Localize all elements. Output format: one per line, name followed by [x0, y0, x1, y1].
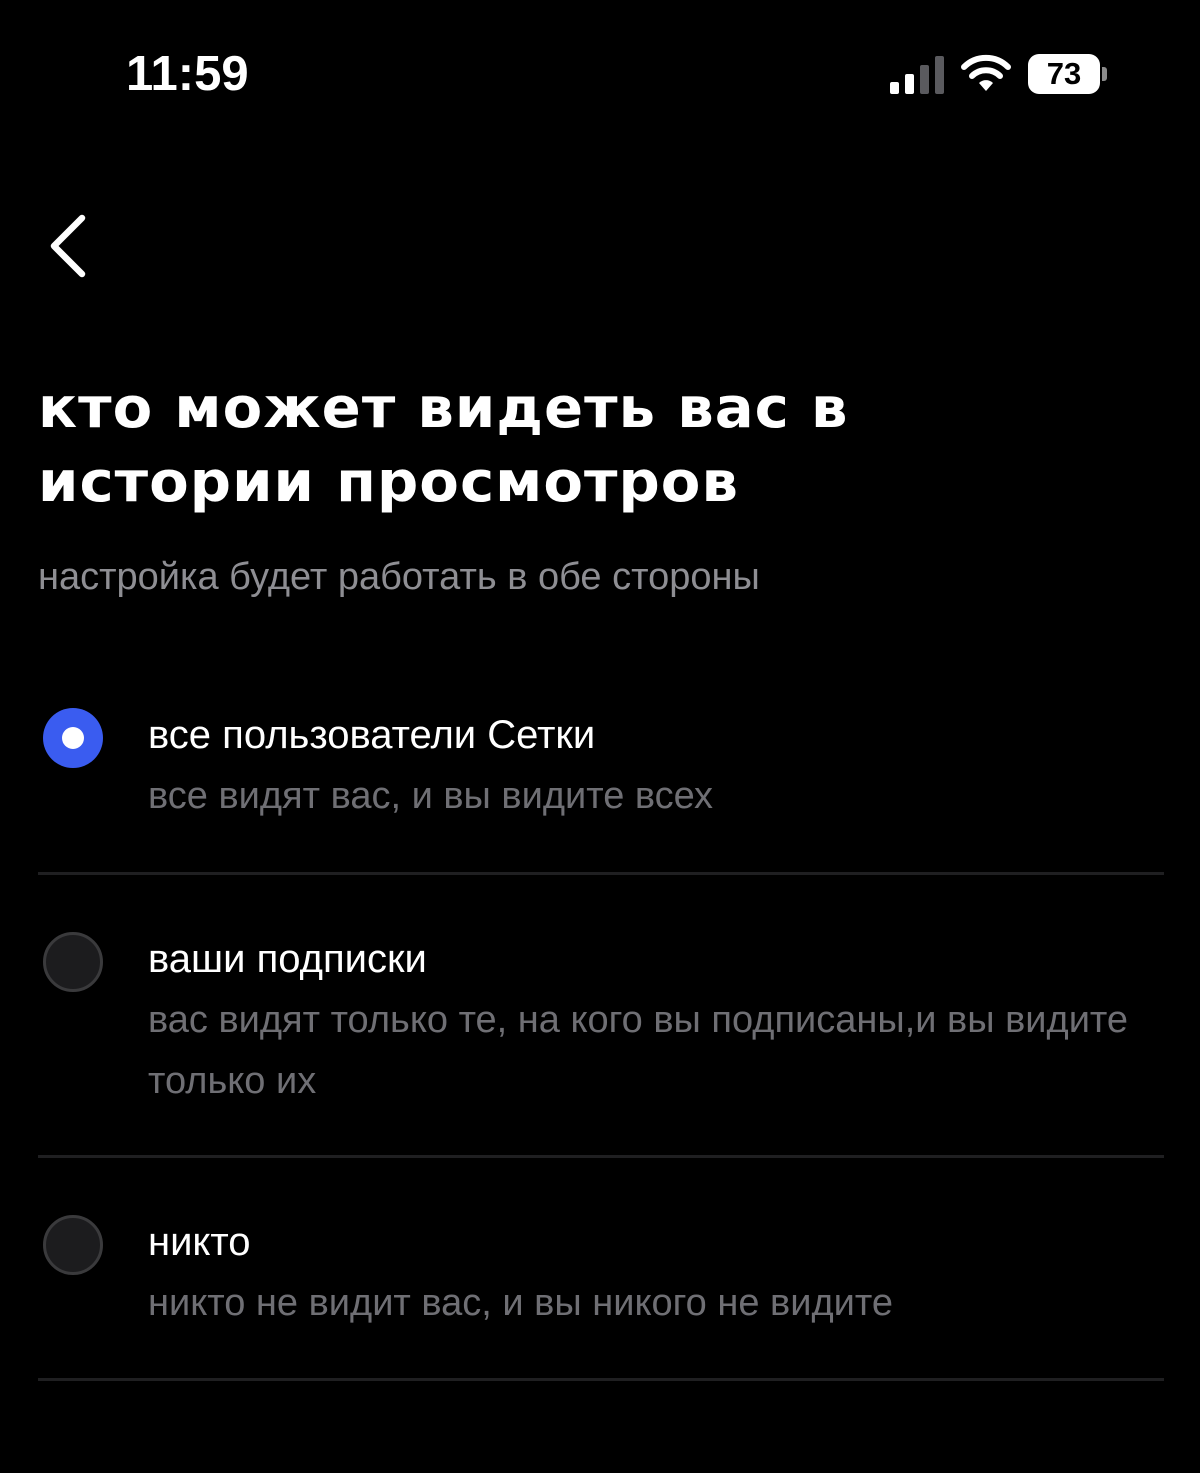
option-all-users[interactable]: все пользователи Сетки все видят вас, и … — [38, 680, 1164, 875]
status-bar: 11:59 73 — [0, 0, 1200, 150]
radio-button[interactable] — [43, 1215, 103, 1275]
status-time: 11:59 — [126, 47, 249, 101]
visibility-options: все пользователи Сетки все видят вас, и … — [38, 680, 1164, 1381]
option-title: ваши подписки — [148, 937, 427, 981]
option-description: все видят вас, и вы видите всех — [148, 775, 713, 817]
page-title: кто может видеть вас в истории просмотро… — [38, 376, 849, 515]
radio-dot — [62, 727, 84, 749]
radio-button[interactable] — [43, 932, 103, 992]
option-description: вас видят только те, на кого вы подписан… — [148, 999, 1129, 1102]
divider — [38, 1378, 1164, 1381]
battery-level: 73 — [1046, 56, 1082, 91]
chevron-left-icon — [50, 214, 86, 278]
wifi-icon — [961, 54, 1011, 91]
option-title: никто — [148, 1220, 251, 1264]
option-subscriptions[interactable]: ваши подписки вас видят только те, на ко… — [38, 875, 1164, 1158]
cellular-signal-icon — [890, 56, 944, 94]
battery-tip — [1102, 67, 1107, 81]
option-description: никто не видит вас, и вы никого не видит… — [148, 1282, 893, 1324]
option-nobody[interactable]: никто никто не видит вас, и вы никого не… — [38, 1158, 1164, 1381]
back-button[interactable] — [36, 200, 106, 290]
option-title: все пользователи Сетки — [148, 713, 596, 757]
battery-icon: 73 — [1028, 54, 1108, 94]
status-indicators: 73 — [890, 52, 1120, 98]
radio-button-selected[interactable] — [43, 708, 103, 768]
page-subtitle: настройка будет работать в обе стороны — [38, 556, 760, 598]
